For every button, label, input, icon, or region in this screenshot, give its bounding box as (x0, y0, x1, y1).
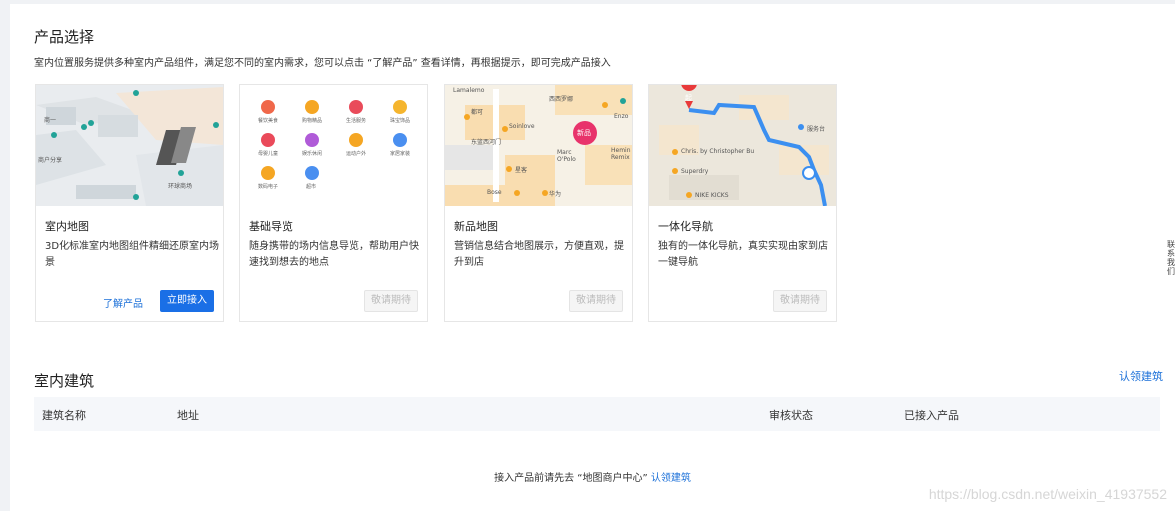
product-card-new-product-map: 新品 Lamalemo 西西罗娜 都可 Soinlove Enzo 东篮西河门 … (444, 84, 633, 322)
card-description: 3D化标准室内地图组件精细还原室内场景 (45, 241, 220, 268)
map-label: Hemin Remix (611, 147, 631, 161)
category-label: 娱乐休闲 (302, 151, 323, 157)
map-label: 商一 (44, 117, 57, 124)
side-contact-label: 联系我们 (1167, 240, 1175, 276)
product-card-integrated-navigation: 起 服务台 Chris. by Christopher Bu Superdry … (648, 84, 837, 322)
product-card-basic-guide: 餐饮美食 购物精品 生活服务 珠宝饰品 母婴儿童 娱乐休闲 运动户外 家居家装 … (239, 84, 428, 322)
coming-soon-button[interactable]: 敬请期待 (569, 290, 623, 312)
card-description: 独有的一体化导航，真实实现由家到店一键导航 (658, 241, 828, 268)
learn-product-link[interactable]: 了解产品 (103, 295, 143, 310)
indoor-map-preview: 商户分享 环球商场 商一 (36, 85, 223, 206)
card-description: 营销信息结合地图展示，方便直观，提升到店 (454, 241, 624, 268)
map-label: 东篮西河门 (471, 139, 502, 146)
map-label: 商户分享 (38, 157, 63, 164)
map-label: Enzo (614, 113, 629, 120)
integrated-navigation-preview: 起 服务台 Chris. by Christopher Bu Superdry … (649, 85, 836, 206)
map-label: Bose (487, 189, 502, 196)
map-label: 华为 (549, 191, 562, 198)
coming-soon-button[interactable]: 敬请期待 (364, 290, 418, 312)
map-label: 都可 (471, 109, 484, 116)
map-label: 西西罗娜 (549, 96, 574, 103)
card-title: 基础导览 (249, 220, 293, 233)
map-label: Chris. by Christopher Bu (681, 148, 755, 155)
buildings-section-title: 室内建筑 (34, 372, 95, 390)
page-description: 室内位置服务提供多种室内产品组件，满足您不同的室内需求，您可以点击 “了解产品”… (34, 58, 611, 69)
map-label: Marc O'Polo (557, 149, 576, 163)
side-contact-tab[interactable]: 联系我们 (1167, 240, 1175, 320)
category-label: 珠宝饰品 (390, 118, 411, 124)
map-label: NIKE KICKS (695, 192, 729, 199)
card-description: 随身携带的场内信息导览，帮助用户快速找到想去的地点 (249, 241, 419, 268)
category-label: 数码电子 (258, 184, 279, 190)
category-label: 生活服务 (346, 118, 367, 124)
basic-guide-preview: 餐饮美食 购物精品 生活服务 珠宝饰品 母婴儿童 娱乐休闲 运动户外 家居家装 … (240, 85, 427, 206)
start-pin: 起 (685, 94, 692, 102)
column-header-address: 地址 (177, 409, 199, 422)
empty-state-text: 接入产品前请先去 “地图商户中心” (494, 473, 648, 484)
empty-state: 接入产品前请先去 “地图商户中心” 认领建筑 (10, 469, 1175, 484)
map-label: 环球商场 (168, 183, 193, 190)
card-title: 新品地图 (454, 220, 498, 233)
page-title: 产品选择 (34, 28, 95, 46)
card-title: 一体化导航 (658, 220, 713, 233)
category-label: 母婴儿童 (258, 151, 279, 157)
card-title: 室内地图 (45, 220, 89, 233)
coming-soon-button[interactable]: 敬请期待 (773, 290, 827, 312)
new-product-map-preview: 新品 Lamalemo 西西罗娜 都可 Soinlove Enzo 东篮西河门 … (445, 85, 632, 206)
column-header-building-name: 建筑名称 (42, 409, 86, 422)
map-label: Lamalemo (453, 87, 485, 94)
buildings-table-header: 建筑名称 地址 审核状态 已接入产品 (34, 397, 1160, 431)
map-label: 星客 (515, 167, 528, 174)
column-header-review-status: 审核状态 (769, 409, 813, 422)
category-label: 餐饮美食 (258, 118, 279, 124)
new-badge: 新品 (577, 129, 591, 137)
claim-building-link[interactable]: 认领建筑 (1119, 368, 1163, 384)
category-label: 超市 (306, 184, 317, 190)
column-header-connected-products: 已接入产品 (904, 409, 959, 422)
main-panel: 产品选择 室内位置服务提供多种室内产品组件，满足您不同的室内需求，您可以点击 “… (10, 4, 1175, 511)
map-label: Soinlove (509, 123, 535, 130)
map-label: 服务台 (807, 126, 826, 133)
map-label: Superdry (681, 168, 709, 175)
category-label: 家居家装 (390, 151, 411, 157)
connect-now-button[interactable]: 立即接入 (160, 290, 214, 312)
empty-claim-building-link[interactable]: 认领建筑 (651, 473, 691, 484)
product-card-indoor-map: 商户分享 环球商场 商一 室内地图 3D化标准室内地图组件精细还原室内场景 了解… (35, 84, 224, 322)
watermark: https://blog.csdn.net/weixin_41937552 (928, 486, 1167, 502)
category-label: 购物精品 (302, 118, 323, 124)
category-label: 运动户外 (346, 151, 367, 157)
